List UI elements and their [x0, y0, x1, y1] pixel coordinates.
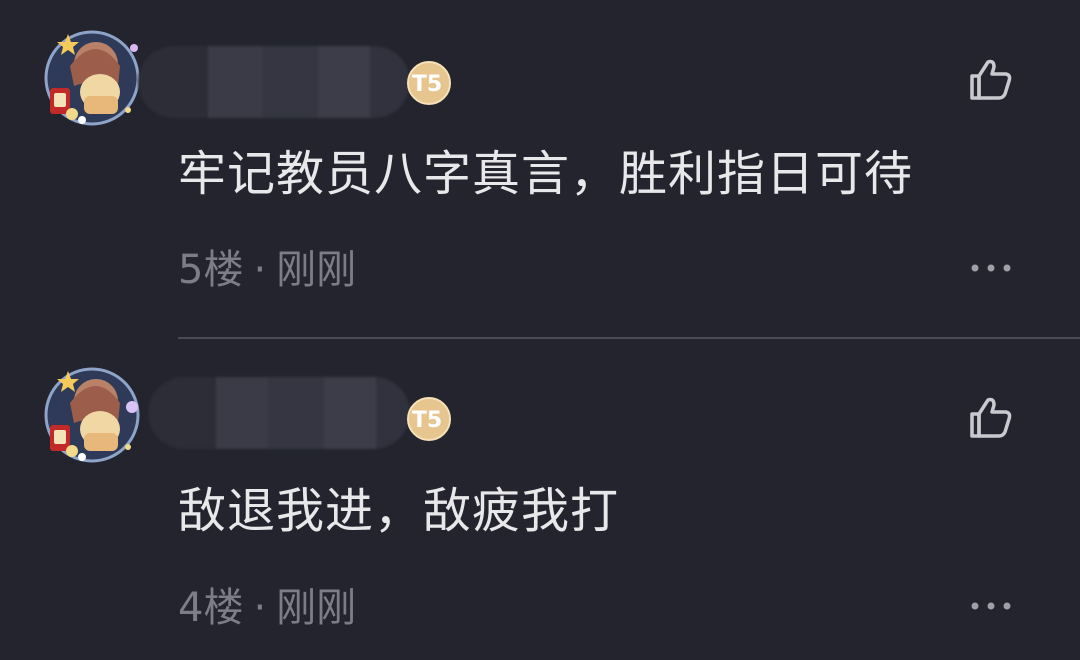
- username-blurred[interactable]: [138, 46, 410, 118]
- level-badge-text: T5: [412, 408, 442, 433]
- anime-avatar-icon: [44, 30, 140, 126]
- comment-item: T5 敌退我进，敌疲我打 4楼 · 刚刚: [0, 339, 1080, 660]
- more-dots-icon[interactable]: [966, 591, 1016, 621]
- timestamp: 刚刚: [276, 585, 357, 631]
- meta-separator: ·: [253, 585, 267, 631]
- floor-number: 5楼: [178, 247, 244, 293]
- comment-meta: 4楼 · 刚刚: [178, 583, 356, 633]
- meta-separator: ·: [253, 247, 267, 293]
- timestamp: 刚刚: [276, 247, 357, 293]
- comment-text: 牢记教员八字真言，胜利指日可待: [178, 146, 914, 202]
- more-dots-icon[interactable]: [966, 253, 1016, 283]
- level-badge-icon: T5: [406, 396, 452, 442]
- user-avatar[interactable]: [40, 26, 144, 130]
- user-avatar[interactable]: [40, 363, 144, 467]
- comment-text: 敌退我进，敌疲我打: [178, 483, 620, 539]
- comment-item: T5 牢记教员八字真言，胜利指日可待 5楼 · 刚刚: [0, 0, 1080, 337]
- level-badge-text: T5: [412, 72, 442, 97]
- comment-meta: 5楼 · 刚刚: [178, 245, 356, 295]
- thumbs-up-icon[interactable]: [966, 392, 1016, 442]
- username-blurred[interactable]: [148, 377, 410, 449]
- floor-number: 4楼: [178, 585, 244, 631]
- anime-avatar-icon: [44, 367, 140, 463]
- level-badge-icon: T5: [406, 60, 452, 106]
- thumbs-up-icon[interactable]: [966, 54, 1016, 104]
